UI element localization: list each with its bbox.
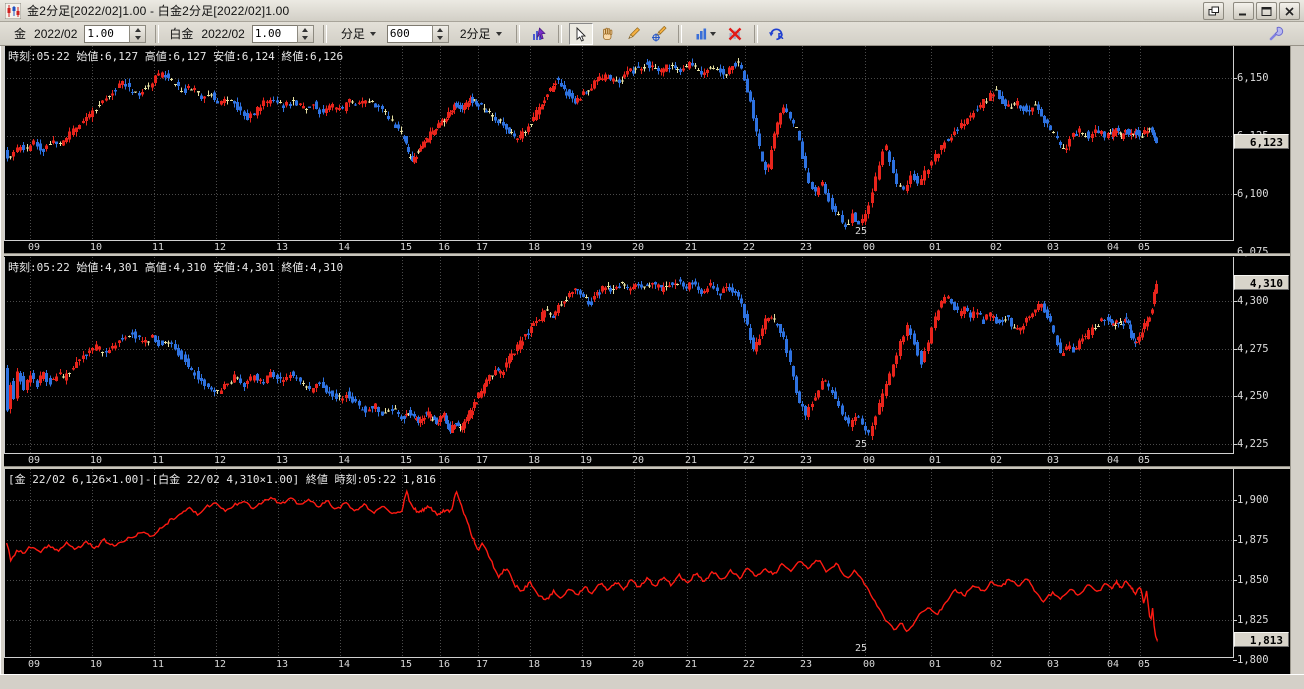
window-border-bottom xyxy=(0,674,1304,689)
gold-label: 金 xyxy=(14,27,27,41)
pan-tool-button[interactable] xyxy=(595,23,619,45)
panel-separator xyxy=(4,253,1290,256)
gold-ratio-input[interactable] xyxy=(84,24,130,43)
panel-separator xyxy=(4,466,1290,469)
interval-dropdown[interactable]: 分足 xyxy=(337,23,380,44)
spin-up-button[interactable] xyxy=(433,26,448,34)
cascade-windows-button[interactable] xyxy=(1203,2,1224,20)
window-title: 金2分足[2022/02]1.00 - 白金2分足[2022/02]1.00 xyxy=(27,4,290,18)
hand-icon xyxy=(602,27,612,40)
platinum-ratio-input[interactable] xyxy=(251,24,297,43)
gold-candles xyxy=(6,57,1158,230)
bar-count-spinner xyxy=(386,24,449,43)
delete-x-icon xyxy=(728,27,741,40)
svg-text:R: R xyxy=(778,32,784,41)
spin-down-button[interactable] xyxy=(433,34,448,42)
timeframe-dropdown[interactable]: 2分足 xyxy=(456,23,506,44)
minimize-icon xyxy=(1239,13,1246,15)
title-bar[interactable]: 金2分足[2022/02]1.00 - 白金2分足[2022/02]1.00 xyxy=(0,0,1304,22)
chevron-down-icon xyxy=(709,31,716,36)
bar-chart-icon xyxy=(696,28,706,39)
cursor-arrow-icon xyxy=(576,26,586,42)
delete-drawings-button[interactable] xyxy=(723,23,747,45)
chart-window: 時刻:05:22 始値:6,127 高値:6,127 安値:6,124 終値:6… xyxy=(0,0,1304,689)
chart-type-dropdown-button[interactable] xyxy=(689,23,721,45)
bar-count-input[interactable] xyxy=(386,24,432,43)
spin-down-button[interactable] xyxy=(130,34,145,42)
draw-tool-button[interactable] xyxy=(621,23,645,45)
window-border-left xyxy=(0,46,4,674)
toolbar-separator xyxy=(677,24,682,43)
candlestick-app-icon xyxy=(5,2,21,19)
toolbar: 金 2022/02 白金 2022/02 分足 2分足 xyxy=(0,22,1304,46)
cascade-icon xyxy=(1208,6,1219,15)
plot-frames xyxy=(4,46,1237,661)
refresh-button[interactable]: R xyxy=(765,23,789,45)
spin-down-button[interactable] xyxy=(298,34,313,42)
chevron-down-icon xyxy=(495,31,502,36)
minimize-button[interactable] xyxy=(1233,2,1254,20)
close-icon xyxy=(1285,6,1294,16)
settings-wrench-button[interactable] xyxy=(1268,25,1286,47)
chevron-down-icon xyxy=(369,31,376,36)
gridlines xyxy=(4,46,1233,657)
wrench-icon xyxy=(1269,26,1284,41)
toolbar-separator xyxy=(557,24,562,43)
pencil-icon xyxy=(627,26,640,39)
platinum-month-label: 2022/02 xyxy=(201,26,245,41)
close-button[interactable] xyxy=(1279,2,1300,20)
spread-line xyxy=(5,489,1158,643)
spin-up-button[interactable] xyxy=(130,26,145,34)
chart-cursor-icon xyxy=(532,26,546,40)
window-border-right[interactable] xyxy=(1290,46,1304,674)
toolbar-separator xyxy=(515,24,520,43)
refresh-icon: R xyxy=(769,27,784,41)
maximize-button[interactable] xyxy=(1256,2,1277,20)
gold-month-label: 2022/02 xyxy=(34,26,78,41)
draw-snap-tool-button[interactable] xyxy=(647,23,671,45)
platinum-label: 白金 xyxy=(169,27,194,41)
toolbar-separator xyxy=(753,24,758,43)
maximize-icon xyxy=(1261,6,1272,16)
select-tool-button[interactable] xyxy=(568,22,593,45)
pencil-crosshair-icon xyxy=(651,25,667,41)
gold-ratio-spinner xyxy=(84,24,147,43)
spin-up-button[interactable] xyxy=(298,26,313,34)
platinum-ratio-spinner xyxy=(251,24,314,43)
charts-canvas[interactable] xyxy=(0,0,1304,689)
toolbar-separator xyxy=(322,24,327,43)
toolbar-separator xyxy=(155,24,160,43)
chart-cursor-tool-button[interactable] xyxy=(527,23,551,45)
